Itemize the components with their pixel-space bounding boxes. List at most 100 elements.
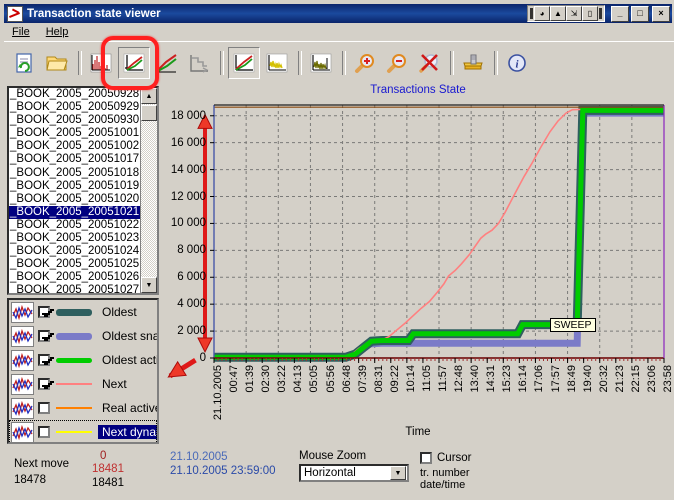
x-axis-tick-label: 04:13: [292, 365, 305, 393]
file-list-item[interactable]: _BOOK_2005_20051021.tn: [9, 205, 141, 219]
histogram-view-button[interactable]: [86, 48, 116, 78]
pin-icon[interactable]: ▲: [550, 6, 566, 21]
cursor-options: Cursor tr. number date/time: [420, 452, 472, 491]
window-title: Transaction state viewer: [27, 7, 161, 20]
y-axis-tick-label: 4 000: [177, 298, 206, 311]
file-list-item[interactable]: _BOOK_2005_20051017.tn: [9, 153, 141, 166]
file-list-item[interactable]: _BOOK_2005_20051026.tn: [9, 271, 141, 284]
refresh-document-button[interactable]: [10, 48, 40, 78]
legend-row[interactable]: Next: [9, 372, 157, 396]
toolbar: i: [4, 41, 674, 84]
series-preview-icon[interactable]: [11, 373, 34, 395]
legend-row[interactable]: Oldest snapshot: [9, 324, 157, 348]
lines-overlay-button[interactable]: [228, 47, 260, 79]
legend-label: Next: [102, 377, 127, 391]
legend-checkbox[interactable]: [38, 402, 50, 414]
file-list-item[interactable]: _BOOK_2005_20051025.tn: [9, 258, 141, 271]
file-list-item[interactable]: _BOOK_2005_20051018.tn: [9, 167, 141, 180]
chart-plot[interactable]: 0 2 000 4 000 6 000 8 000 10 000 12 000 14 000 1…: [167, 104, 674, 420]
series-legend-panel[interactable]: Oldest Oldest snapshot Oldest active Next Re…: [7, 298, 159, 444]
x-axis-tick-label: 21:23: [613, 365, 626, 393]
minimize-button[interactable]: _: [611, 5, 629, 22]
file-list-item[interactable]: _BOOK_2005_20051024.tn: [9, 245, 141, 258]
series-preview-icon[interactable]: [11, 301, 34, 323]
titlebar-extra-button-group: ◕ ▲ ⇲ ▯: [527, 5, 605, 22]
cursor-checkbox[interactable]: [420, 452, 432, 464]
file-list-item[interactable]: _BOOK_2005_20050929.tn: [9, 101, 141, 114]
file-list-item[interactable]: _BOOK_2005_20050930.tn: [9, 114, 141, 127]
legend-checkbox[interactable]: [38, 378, 50, 390]
spectrum-chart-button[interactable]: [306, 48, 336, 78]
date-to: 21.10.2005 23:59:00: [170, 465, 276, 477]
framed-line-chart-icon: [233, 53, 255, 73]
info-button[interactable]: i: [502, 48, 532, 78]
menu-item-file[interactable]: File: [12, 26, 30, 38]
y-axis-tick-label: 6 000: [177, 271, 206, 284]
legend-label: Oldest snapshot: [102, 329, 159, 343]
multi-line-view-button[interactable]: [152, 48, 182, 78]
roll-up-icon[interactable]: ◕: [534, 6, 550, 21]
series-preview-icon[interactable]: [11, 325, 34, 347]
magnifier-minus-icon: [387, 54, 406, 73]
scrollbar-track[interactable]: [141, 104, 157, 277]
scroll-up-arrow-icon[interactable]: ▲: [141, 88, 157, 104]
legend-checkbox[interactable]: [38, 426, 50, 438]
menu-help-label: Help: [45, 26, 69, 38]
legend-row[interactable]: Next dynamic: [9, 420, 157, 442]
x-axis-tick-label: 19:40: [581, 365, 594, 393]
send-to-icon[interactable]: ⇲: [566, 6, 582, 21]
series-preview-icon[interactable]: [11, 421, 34, 442]
legend-checkbox[interactable]: [38, 330, 50, 342]
legend-row[interactable]: Oldest: [9, 300, 157, 324]
transactions-state-view-button[interactable]: [118, 47, 150, 79]
file-list-item[interactable]: _BOOK_2005_20051001.tn: [9, 127, 141, 140]
zoom-in-button[interactable]: [350, 48, 380, 78]
file-list-item[interactable]: _BOOK_2005_20051019.tn: [9, 180, 141, 193]
x-axis-tick-label: 01:39: [244, 365, 257, 393]
file-list-item[interactable]: _BOOK_2005_20050928.tn: [9, 88, 141, 101]
series-preview-icon[interactable]: [11, 397, 34, 419]
file-list-item[interactable]: _BOOK_2005_20051022.tn: [9, 219, 141, 232]
file-list-item[interactable]: _BOOK_2005_20051020.tn: [9, 193, 141, 206]
sweep-tooltip: SWEEP: [549, 318, 596, 333]
signal-chart-button[interactable]: [262, 48, 292, 78]
maximize-restore-icon[interactable]: ▯: [582, 6, 598, 21]
menu-item-help[interactable]: Help: [46, 26, 69, 38]
x-axis-tick-label: 11:05: [420, 365, 433, 392]
file-list-item[interactable]: _BOOK_2005_20051002.tn: [9, 140, 141, 153]
chart-area: Transactions State 0 2 000 4 000 6 000 8 000…: [162, 84, 674, 444]
scrollbar-thumb[interactable]: [141, 105, 157, 121]
legend-row[interactable]: Real active: [9, 396, 157, 420]
x-axis-tick-label: 09:22: [388, 365, 401, 393]
application-window: Transaction state viewer ◕ ▲ ⇲ ▯ _ □ × F…: [0, 0, 674, 500]
mouse-zoom-value: Horizontal: [304, 467, 356, 479]
legend-checkbox[interactable]: [38, 354, 50, 366]
legend-color-swatch: [56, 308, 92, 316]
legend-row[interactable]: Oldest active: [9, 348, 157, 372]
zoom-reset-button[interactable]: [414, 48, 444, 78]
close-button[interactable]: ×: [652, 5, 670, 22]
cursor-label: Cursor: [437, 452, 472, 464]
x-axis-tick-label: 03:22: [276, 365, 289, 393]
file-list-item[interactable]: _BOOK_2005_20051023.tn: [9, 232, 141, 245]
step-chart-view-button[interactable]: [184, 48, 214, 78]
legend-label: Oldest: [102, 305, 137, 319]
settings-button[interactable]: [458, 48, 488, 78]
maximize-button[interactable]: □: [631, 5, 649, 22]
zoom-out-button[interactable]: [382, 48, 412, 78]
document-refresh-icon: [16, 53, 32, 73]
mouse-zoom-select[interactable]: Horizontal ▼: [299, 464, 409, 482]
file-list[interactable]: _BOOK_2005_20050928.tn _BOOK_2005_2005092…: [7, 86, 159, 295]
x-axis-tick-label: 08:31: [372, 365, 385, 393]
chevron-down-icon[interactable]: ▼: [390, 466, 406, 480]
file-list-scrollbar[interactable]: ▲ ▼: [140, 88, 157, 293]
scroll-down-arrow-icon[interactable]: ▼: [141, 277, 157, 293]
status-col-mid: 18481: [92, 463, 124, 475]
file-list-item[interactable]: _BOOK_2005_20051027.tn: [9, 284, 141, 293]
menu-file-label: File: [12, 26, 30, 38]
cursor-checkbox-row[interactable]: Cursor: [420, 452, 472, 464]
legend-checkbox[interactable]: [38, 306, 50, 318]
series-preview-icon[interactable]: [11, 349, 34, 371]
cursor-sub-label-1: tr. number: [420, 467, 470, 479]
open-folder-button[interactable]: [42, 48, 72, 78]
